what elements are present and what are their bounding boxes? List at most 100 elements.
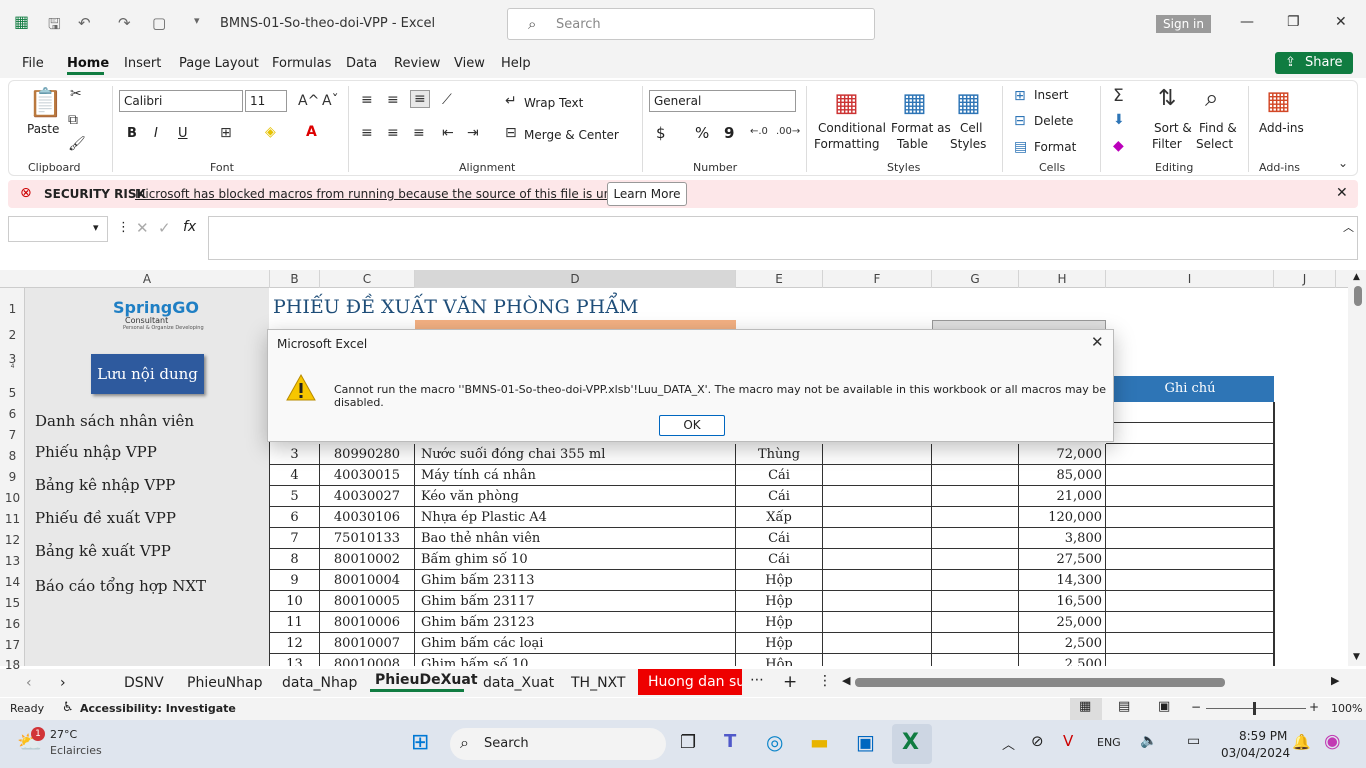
font-size-select[interactable]: 11 [245, 90, 287, 112]
nav-link-export-list[interactable]: Bảng kê xuất VPP [35, 542, 171, 560]
menu-help[interactable]: Help [501, 56, 531, 71]
table-cell[interactable] [823, 507, 932, 528]
scroll-up-icon[interactable]: ▲ [1353, 272, 1360, 282]
tab-huong-dan[interactable]: Huong dan su dung [638, 669, 742, 695]
menu-view[interactable]: View [454, 56, 485, 71]
tab-phieudexuat[interactable]: PhieuDeXuat [375, 672, 478, 688]
table-cell[interactable]: 25,000 [1019, 612, 1106, 633]
search-box[interactable]: ⌕ Search [507, 8, 875, 40]
zoom-out-icon[interactable]: − [1191, 700, 1201, 714]
table-cell[interactable]: Ghim bấm 23117 [415, 591, 736, 612]
table-cell[interactable]: Cái [736, 528, 823, 549]
menu-insert[interactable]: Insert [124, 56, 161, 71]
more-sheets-icon[interactable]: ⋯ [750, 672, 764, 688]
addins-button[interactable]: Add-ins [1259, 121, 1304, 135]
table-cell[interactable]: 5 [270, 486, 320, 507]
language-indicator[interactable]: ENG [1097, 736, 1121, 749]
table-cell[interactable]: Hộp [736, 570, 823, 591]
cell-styles-icon[interactable]: ▦ [956, 88, 981, 118]
table-cell[interactable]: Xấp [736, 507, 823, 528]
table-cell[interactable] [1106, 486, 1274, 507]
sort-filter-icon[interactable]: ⇅ [1158, 86, 1176, 111]
zoom-slider[interactable] [1206, 708, 1306, 709]
table-cell[interactable] [932, 591, 1019, 612]
table-cell[interactable] [823, 633, 932, 654]
table-cell[interactable] [932, 633, 1019, 654]
format-as-table-icon[interactable]: ▦ [902, 88, 927, 118]
minimize-icon[interactable]: — [1240, 14, 1254, 30]
orientation-icon[interactable]: ⟋ [442, 92, 452, 108]
increase-decimal-icon[interactable]: ←.0 [750, 126, 768, 137]
table-cell[interactable] [932, 654, 1019, 666]
format-painter-icon[interactable]: 🖌 [68, 136, 86, 152]
row-header[interactable]: 4 [0, 363, 25, 370]
enter-icon[interactable]: ✓ [158, 219, 171, 237]
ok-button[interactable]: OK [659, 415, 725, 436]
horizontal-scroll-thumb[interactable] [855, 678, 1225, 687]
table-cell[interactable]: 80010006 [320, 612, 415, 633]
table-cell[interactable] [1106, 549, 1274, 570]
file-explorer-icon[interactable]: ▬ [810, 730, 829, 754]
collapse-ribbon-icon[interactable]: ⌄ [1338, 156, 1348, 170]
decrease-indent-icon[interactable]: ⇤ [442, 125, 454, 141]
notification-bell-icon[interactable]: 🔔 [1292, 733, 1311, 751]
table-cell[interactable]: Nhựa ép Plastic A4 [415, 507, 736, 528]
excel-taskbar-button[interactable]: X [892, 724, 932, 764]
tab-dsnv[interactable]: DSNV [124, 675, 164, 691]
table-cell[interactable]: Nước suối đóng chai 355 ml [415, 444, 736, 465]
column-header[interactable]: B [270, 270, 320, 288]
table-cell[interactable]: 12 [270, 633, 320, 654]
paste-label[interactable]: Paste [27, 122, 59, 136]
merge-center-button[interactable]: Merge & Center [524, 128, 619, 142]
table-cell[interactable]: Ghim bấm 23113 [415, 570, 736, 591]
nav-link-summary-report[interactable]: Báo cáo tổng hợp NXT [35, 577, 206, 595]
number-format-select[interactable]: General [649, 90, 796, 112]
nav-link-import-form[interactable]: Phiếu nhập VPP [35, 443, 157, 461]
close-security-bar-icon[interactable]: ✕ [1336, 185, 1348, 201]
menu-formulas[interactable]: Formulas [272, 56, 331, 71]
underline-button[interactable]: U [178, 126, 188, 141]
shape-icon[interactable]: ▢ [152, 14, 166, 32]
copilot-icon[interactable]: ◉ [1324, 730, 1341, 752]
dialog-close-icon[interactable]: ✕ [1091, 333, 1104, 351]
table-cell[interactable]: Cái [736, 549, 823, 570]
table-cell[interactable] [823, 444, 932, 465]
row-header[interactable]: 5 [0, 386, 25, 400]
windows-start-icon[interactable]: ⊞ [411, 730, 429, 755]
row-header[interactable]: 14 [0, 575, 25, 589]
scroll-down-icon[interactable]: ▼ [1353, 652, 1360, 662]
menu-page-layout[interactable]: Page Layout [179, 56, 259, 71]
paste-icon[interactable]: 📋 [28, 86, 63, 119]
percent-button[interactable]: % [695, 124, 709, 142]
format-cells-button[interactable]: Format [1034, 140, 1076, 154]
zoom-level[interactable]: 100% [1331, 702, 1362, 715]
table-cell[interactable] [1106, 402, 1274, 423]
table-cell[interactable] [1106, 591, 1274, 612]
format-as-table-label1[interactable]: Format as [891, 121, 951, 135]
row-header[interactable]: 11 [0, 512, 25, 526]
table-cell[interactable] [932, 486, 1019, 507]
expand-formula-icon[interactable]: ︿ [1343, 219, 1354, 235]
row-header[interactable]: 13 [0, 554, 25, 568]
font-name-select[interactable]: Calibri [119, 90, 243, 112]
undo-icon[interactable]: ↶ [78, 14, 91, 32]
customize-icon[interactable]: ▾ [194, 14, 200, 27]
table-cell[interactable] [932, 612, 1019, 633]
copy-icon[interactable]: ⧉ [68, 112, 78, 128]
tab-th-nxt[interactable]: TH_NXT [571, 675, 625, 691]
align-top-icon[interactable]: ≡ [361, 92, 373, 108]
row-header[interactable]: 12 [0, 533, 25, 547]
table-cell[interactable]: 72,000 [1019, 444, 1106, 465]
delete-cells-button[interactable]: Delete [1034, 114, 1073, 128]
menu-file[interactable]: File [22, 56, 44, 71]
currency-button[interactable]: $ [656, 124, 666, 142]
table-cell[interactable] [823, 612, 932, 633]
security-message-link[interactable]: Microsoft has blocked macros from runnin… [135, 187, 658, 201]
table-cell[interactable]: 40030015 [320, 465, 415, 486]
table-cell[interactable] [932, 507, 1019, 528]
table-cell[interactable] [932, 528, 1019, 549]
table-cell[interactable] [1106, 570, 1274, 591]
find-select-icon[interactable]: ⌕ [1205, 84, 1218, 112]
table-cell[interactable]: 4 [270, 465, 320, 486]
table-cell[interactable]: Hộp [736, 612, 823, 633]
